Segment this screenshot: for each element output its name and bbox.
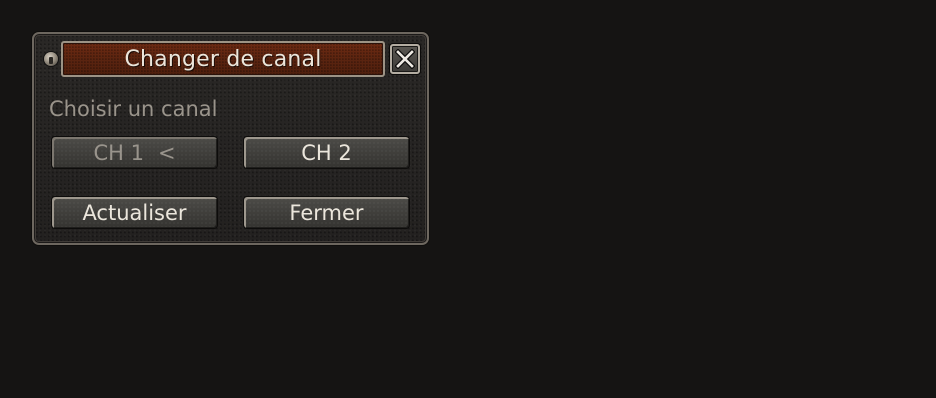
change-channel-dialog: Changer de canal Choisir un canal CH 1 <… (32, 32, 429, 245)
refresh-label: Actualiser (82, 200, 187, 225)
close-icon (395, 49, 415, 69)
channel-2-button[interactable]: CH 2 (243, 136, 410, 169)
refresh-button[interactable]: Actualiser (51, 196, 218, 229)
channel-1-label: CH 1 (93, 140, 144, 165)
pin-icon (44, 52, 58, 66)
close-dialog-button[interactable]: Fermer (243, 196, 410, 229)
channel-2-label: CH 2 (301, 140, 352, 165)
dialog-title-bar[interactable]: Changer de canal (61, 41, 385, 77)
close-button[interactable] (390, 44, 420, 74)
channel-1-button[interactable]: CH 1 < (51, 136, 218, 169)
close-dialog-label: Fermer (289, 200, 364, 225)
dialog-subtitle: Choisir un canal (49, 97, 218, 121)
dialog-title: Changer de canal (124, 46, 322, 72)
current-channel-marker: < (157, 140, 176, 165)
